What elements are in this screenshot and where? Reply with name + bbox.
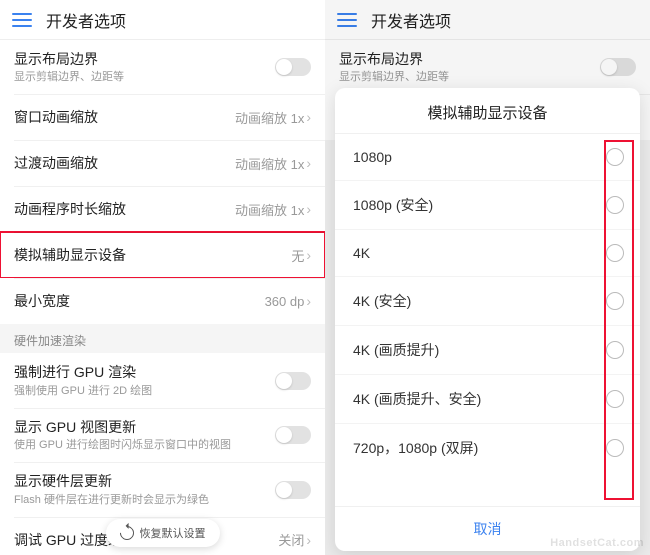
row-label: 显示硬件层更新 [14,472,275,490]
settings-row[interactable]: 过渡动画缩放动画缩放 1x› [0,140,325,186]
row-value: 动画缩放 1x› [235,108,311,127]
dialog-option[interactable]: 4K (画质提升) [335,325,640,374]
select-dialog: 模拟辅助显示设备 1080p 1080p (安全) 4K 4K (安全) 4K (画质提… [335,88,640,551]
option-label: 4K (画质提升) [353,340,439,360]
dialog-option[interactable]: 4K (画质提升、安全) [335,374,640,423]
section-header: 硬件加速渲染 [0,324,325,353]
row-label: 模拟辅助显示设备 [14,246,291,264]
row-value: 360 dp› [265,293,311,309]
row-value: 关闭› [278,530,311,549]
row-label: 显示布局边界 [14,50,275,68]
right-phone: 开发者选项 显示布局边界显示剪辑边界、边距等窗口动画缩放 模拟辅助显示设备 10… [325,0,650,555]
option-label: 4K (画质提升、安全) [353,389,481,409]
settings-row[interactable]: 强制进行 GPU 渲染强制使用 GPU 进行 2D 绘图 [0,353,325,407]
row-label: 最小宽度 [14,292,265,310]
row-sub: 使用 GPU 进行绘图时闪烁显示窗口中的视图 [14,438,275,452]
settings-row[interactable]: 显示硬件层更新 Flash 硬件层在进行更新时会显示为绿色 [0,462,325,516]
settings-row[interactable]: 模拟辅助显示设备无› [0,232,325,278]
dialog-options: 1080p 1080p (安全) 4K 4K (安全) 4K (画质提升) 4K (画质提… [335,134,640,506]
dialog-option[interactable]: 4K [335,229,640,276]
chevron-right-icon: › [306,532,311,548]
row-label: 显示布局边界 [339,50,600,68]
row-sub: 显示剪辑边界、边距等 [339,70,600,84]
page-title: 开发者选项 [371,8,451,32]
header: 开发者选项 [0,0,325,40]
header: 开发者选项 [325,0,650,40]
watermark: HandsetCat.com [550,537,644,549]
option-label: 4K [353,245,370,261]
toggle-switch[interactable] [275,481,311,499]
settings-row[interactable]: 窗口动画缩放动画缩放 1x› [0,94,325,140]
row-label: 动画程序时长缩放 [14,200,235,218]
toggle-switch[interactable] [600,58,636,76]
dialog-option[interactable]: 4K (安全) [335,276,640,325]
refresh-icon [117,523,137,543]
chevron-right-icon: › [306,247,311,263]
row-label: 强制进行 GPU 渲染 [14,363,275,381]
row-sub: 显示剪辑边界、边距等 [14,70,275,84]
chevron-right-icon: › [306,293,311,309]
menu-icon[interactable] [337,13,357,27]
row-label: 窗口动画缩放 [14,108,235,126]
page-title: 开发者选项 [46,8,126,32]
toggle-switch[interactable] [275,58,311,76]
settings-row[interactable]: 动画程序时长缩放动画缩放 1x› [0,186,325,232]
option-label: 4K (安全) [353,291,411,311]
option-label: 720p，1080p (双屏) [353,438,478,458]
row-label: 过渡动画缩放 [14,154,235,172]
chevron-right-icon: › [306,155,311,171]
radio-column-highlight [604,140,634,500]
left-phone: 开发者选项 显示布局边界显示剪辑边界、边距等窗口动画缩放动画缩放 1x›过渡动画… [0,0,325,555]
dialog-option[interactable]: 720p，1080p (双屏) [335,423,640,472]
row-value: 动画缩放 1x› [235,154,311,173]
chevron-right-icon: › [306,109,311,125]
dialog-option[interactable]: 1080p (安全) [335,180,640,229]
settings-row[interactable]: 最小宽度360 dp› [0,278,325,324]
restore-defaults-button[interactable]: 恢复默认设置 [106,519,220,547]
settings-row[interactable]: 显示 GPU 视图更新使用 GPU 进行绘图时闪烁显示窗口中的视图 [0,408,325,462]
toggle-switch[interactable] [275,426,311,444]
row-label: 显示 GPU 视图更新 [14,418,275,436]
row-sub: 强制使用 GPU 进行 2D 绘图 [14,384,275,398]
toggle-switch[interactable] [275,372,311,390]
dialog-title: 模拟辅助显示设备 [335,88,640,134]
row-value: 无› [291,246,311,265]
menu-icon[interactable] [12,13,32,27]
dialog-option[interactable]: 1080p [335,134,640,180]
settings-row[interactable]: 显示布局边界显示剪辑边界、边距等 [325,40,650,94]
chevron-right-icon: › [306,201,311,217]
settings-row[interactable]: 显示布局边界显示剪辑边界、边距等 [0,40,325,94]
row-sub: Flash 硬件层在进行更新时会显示为绿色 [14,493,275,507]
option-label: 1080p [353,149,392,165]
option-label: 1080p (安全) [353,195,433,215]
row-value: 动画缩放 1x› [235,200,311,219]
settings-list: 显示布局边界显示剪辑边界、边距等窗口动画缩放动画缩放 1x›过渡动画缩放动画缩放… [0,40,325,324]
